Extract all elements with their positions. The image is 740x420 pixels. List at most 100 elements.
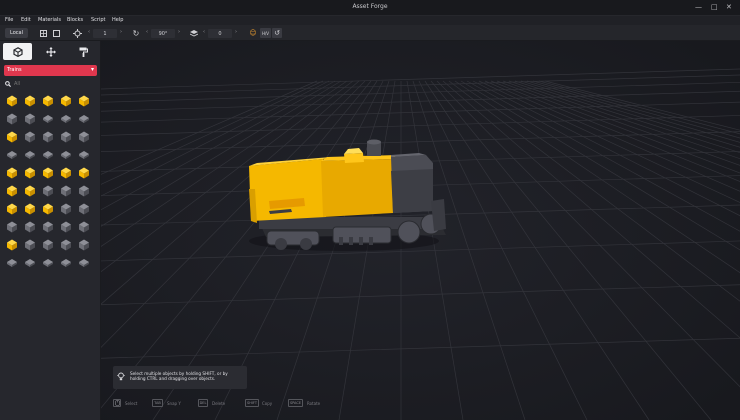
shortcut-key: SPACE: [288, 399, 303, 407]
block-thumbnail[interactable]: [76, 147, 92, 163]
block-thumbnail[interactable]: [22, 237, 38, 253]
block-thumbnail[interactable]: [22, 183, 38, 199]
3d-viewport[interactable]: [101, 41, 740, 420]
block-thumbnail[interactable]: [22, 219, 38, 235]
block-thumbnail[interactable]: [4, 183, 20, 199]
block-thumbnail[interactable]: [40, 129, 56, 145]
menu-materials[interactable]: Materials: [38, 17, 61, 23]
block-thumbnail[interactable]: [76, 111, 92, 127]
paint-roller-icon: [79, 47, 88, 57]
block-thumbnail[interactable]: [4, 129, 20, 145]
block-thumbnail[interactable]: [4, 255, 20, 271]
shortcut-key: SHIFT: [245, 399, 259, 407]
tab-blocks[interactable]: [3, 43, 32, 60]
block-thumbnail[interactable]: [58, 93, 74, 109]
block-thumbnail[interactable]: [76, 183, 92, 199]
block-thumbnail[interactable]: [58, 129, 74, 145]
block-thumbnail[interactable]: [76, 93, 92, 109]
block-thumbnail[interactable]: [58, 147, 74, 163]
block-thumbnail[interactable]: [58, 201, 74, 217]
menu-blocks[interactable]: Blocks: [67, 17, 83, 23]
close-button[interactable]: ✕: [726, 3, 732, 11]
snap-icon[interactable]: ☺: [248, 28, 258, 38]
block-thumbnail[interactable]: [58, 219, 74, 235]
move-step-value[interactable]: 1: [93, 29, 117, 38]
toolbar: Local ‹ 1 › ↻ ‹ 90° › ‹ 0 › ☺ H/V ↺: [0, 25, 740, 41]
block-thumbnail[interactable]: [76, 219, 92, 235]
layer-increase-icon[interactable]: ›: [235, 29, 237, 35]
move-step-increase-icon[interactable]: ›: [120, 29, 122, 35]
block-thumbnail[interactable]: [22, 93, 38, 109]
maximize-button[interactable]: □: [711, 3, 718, 11]
block-thumbnail[interactable]: [40, 201, 56, 217]
viewport-scene: [101, 41, 740, 420]
block-thumbnail[interactable]: [40, 255, 56, 271]
block-thumbnail[interactable]: [4, 237, 20, 253]
sidebar-tabs: [0, 41, 101, 63]
reset-rotation-icon[interactable]: ↺: [272, 28, 282, 38]
block-thumbnail[interactable]: [4, 201, 20, 217]
block-thumbnail[interactable]: [40, 93, 56, 109]
blocks-sidebar: Trains ▾: [0, 41, 101, 420]
block-thumbnail[interactable]: [4, 111, 20, 127]
rotate-step-value[interactable]: 90°: [151, 29, 175, 38]
title-bar: Asset Forge — □ ✕: [0, 0, 740, 16]
block-thumbnail[interactable]: [76, 237, 92, 253]
block-thumbnail[interactable]: [40, 147, 56, 163]
block-thumbnail[interactable]: [22, 129, 38, 145]
block-thumbnail[interactable]: [58, 165, 74, 181]
block-thumbnail[interactable]: [58, 237, 74, 253]
block-thumbnail[interactable]: [76, 165, 92, 181]
block-thumbnail[interactable]: [58, 183, 74, 199]
menu-file[interactable]: File: [5, 17, 13, 23]
block-thumbnail[interactable]: [4, 165, 20, 181]
block-thumbnail[interactable]: [40, 183, 56, 199]
rotate-step-increase-icon[interactable]: ›: [178, 29, 180, 35]
menu-edit[interactable]: Edit: [21, 17, 31, 23]
hint-text: Select multiple objects by holding SHIFT…: [130, 371, 228, 381]
block-thumbnail[interactable]: [22, 201, 38, 217]
hint-tooltip: Select multiple objects by holding SHIFT…: [113, 366, 247, 389]
flip-button[interactable]: H/V: [260, 28, 271, 38]
shortcut-key: TAB: [152, 399, 163, 407]
rotate-step-decrease-icon[interactable]: ‹: [146, 29, 148, 35]
shortcut-label: Rotate: [307, 401, 321, 406]
block-thumbnail[interactable]: [58, 255, 74, 271]
block-thumbnail[interactable]: [4, 93, 20, 109]
block-thumbnail[interactable]: [4, 219, 20, 235]
square-select-icon[interactable]: [51, 28, 61, 38]
shortcut-label: Select: [125, 401, 138, 406]
move-step-decrease-icon[interactable]: ‹: [88, 29, 90, 35]
move-icon: [45, 46, 56, 57]
cube-icon: [12, 46, 23, 57]
window-title: Asset Forge: [352, 3, 388, 10]
layer-value[interactable]: 0: [208, 29, 232, 38]
block-thumbnail[interactable]: [22, 255, 38, 271]
menu-script[interactable]: Script: [91, 17, 106, 23]
grid-icon[interactable]: [38, 28, 48, 38]
block-thumbnail[interactable]: [58, 111, 74, 127]
block-thumbnail[interactable]: [40, 111, 56, 127]
block-thumbnail[interactable]: [76, 129, 92, 145]
block-thumbnail[interactable]: [4, 147, 20, 163]
block-thumbnail[interactable]: [76, 201, 92, 217]
block-thumbnail[interactable]: [40, 219, 56, 235]
layer-decrease-icon[interactable]: ‹: [203, 29, 205, 35]
block-thumbnail[interactable]: [40, 237, 56, 253]
block-thumbnail[interactable]: [22, 111, 38, 127]
lightbulb-icon: [117, 372, 125, 383]
search-input[interactable]: [14, 80, 94, 88]
move-step-icon: [71, 28, 83, 38]
block-thumbnail[interactable]: [76, 255, 92, 271]
block-thumbnail[interactable]: [40, 165, 56, 181]
tab-paint[interactable]: [69, 43, 98, 60]
tab-transform[interactable]: [36, 43, 65, 60]
block-thumbnail[interactable]: [22, 165, 38, 181]
block-thumbnail[interactable]: [22, 147, 38, 163]
menu-help[interactable]: Help: [112, 17, 123, 23]
category-dropdown[interactable]: Trains ▾: [4, 65, 97, 76]
shortcut-label: Delete: [212, 401, 226, 406]
minimize-button[interactable]: —: [695, 3, 702, 11]
coordinate-space-button[interactable]: Local: [5, 28, 28, 38]
shortcut-label: Snap Y: [167, 401, 181, 406]
